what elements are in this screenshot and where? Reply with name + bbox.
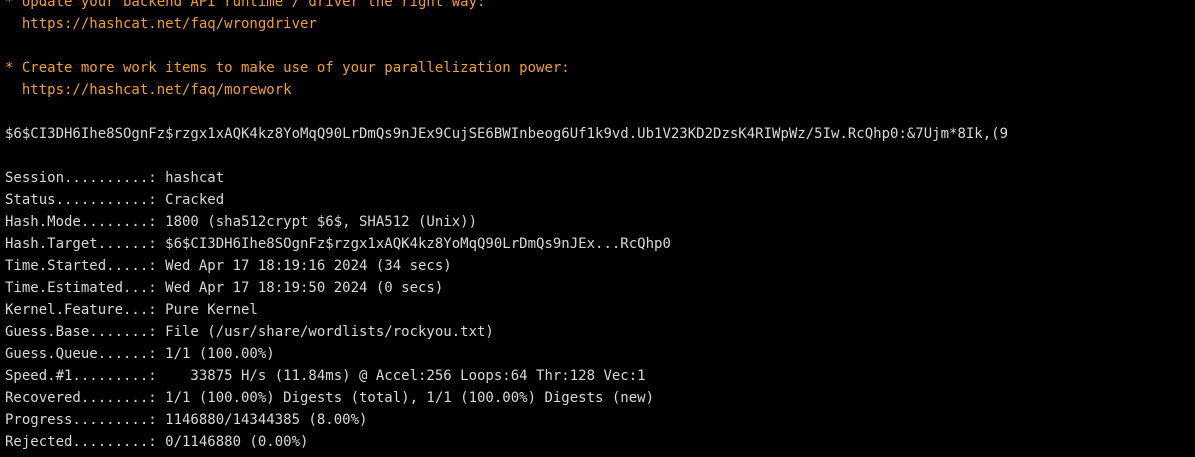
status-guess-queue: Guess.Queue......: 1/1 (100.00%): [5, 346, 275, 362]
status-time-estimated: Time.Estimated...: Wed Apr 17 18:19:50 2…: [5, 280, 444, 296]
status-rejected: Rejected.........: 0/1146880 (0.00%): [5, 434, 309, 450]
status-progress: Progress.........: 1146880/14344385 (8.0…: [5, 412, 368, 428]
status-hash-mode: Hash.Mode........: 1800 (sha512crypt $6$…: [5, 214, 478, 230]
warning-url-wrongdriver: https://hashcat.net/faq/wrongdriver: [5, 16, 317, 32]
status-status: Status...........: Cracked: [5, 192, 225, 208]
status-recovered: Recovered........: 1/1 (100.00%) Digests…: [5, 390, 655, 406]
warning-url-morework: https://hashcat.net/faq/morework: [5, 82, 292, 98]
terminal-window[interactable]: * Update your backend API runtime / driv…: [0, 0, 1195, 457]
status-guess-base: Guess.Base.......: File (/usr/share/word…: [5, 324, 494, 340]
status-session: Session..........: hashcat: [5, 170, 225, 186]
terminal-output: * Update your backend API runtime / driv…: [5, 0, 1195, 453]
warning-line: * Create more work items to make use of …: [5, 60, 570, 76]
warning-line: * Update your backend API runtime / driv…: [5, 0, 486, 10]
status-kernel-feature: Kernel.Feature...: Pure Kernel: [5, 302, 258, 318]
status-time-started: Time.Started.....: Wed Apr 17 18:19:16 2…: [5, 258, 452, 274]
status-hash-target: Hash.Target......: $6$CI3DH6Ihe8SOgnFz$r…: [5, 236, 671, 252]
cracked-hash-line: $6$CI3DH6Ihe8SOgnFz$rzgx1xAQK4kz8YoMqQ90…: [5, 126, 1009, 142]
status-speed: Speed.#1.........: 33875 H/s (11.84ms) @…: [5, 368, 646, 384]
